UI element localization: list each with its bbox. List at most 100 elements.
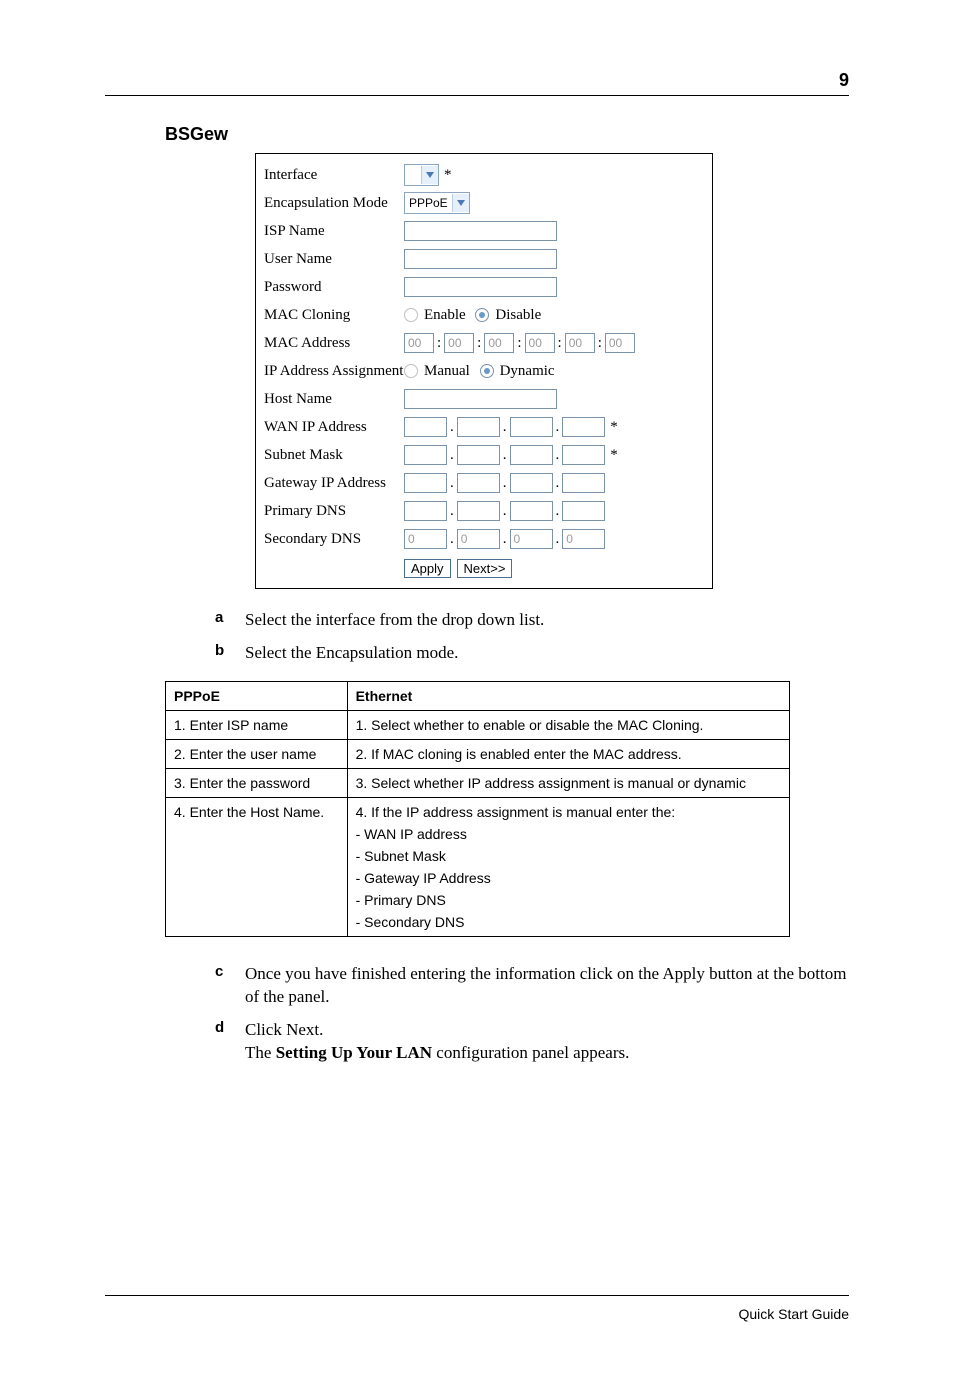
step-b-tag: b xyxy=(215,642,245,665)
subnet-4[interactable] xyxy=(562,445,605,465)
step-d-bold: Setting Up Your LAN xyxy=(276,1043,432,1062)
label-encap: Encapsulation Mode xyxy=(264,195,404,212)
cell-sub: - WAN IP address xyxy=(356,826,781,842)
interface-select[interactable] xyxy=(404,164,439,186)
page-number: 9 xyxy=(105,70,849,91)
th-pppoe: PPPoE xyxy=(166,681,348,710)
step-b-text: Select the Encapsulation mode. xyxy=(245,642,849,665)
sdns-4[interactable] xyxy=(562,529,605,549)
isp-input[interactable] xyxy=(404,221,557,241)
macclone-enable-label: Enable xyxy=(424,307,466,324)
password-input[interactable] xyxy=(404,277,557,297)
subnet-2[interactable] xyxy=(457,445,500,465)
gwip-4[interactable] xyxy=(562,473,605,493)
gwip-2[interactable] xyxy=(457,473,500,493)
colon: : xyxy=(477,335,481,352)
mac-octet-5[interactable] xyxy=(565,333,595,353)
dot: . xyxy=(450,503,454,520)
step-d-line2c: configuration panel appears. xyxy=(432,1043,629,1062)
section-heading: BSGew xyxy=(165,124,849,145)
mac-octet-4[interactable] xyxy=(525,333,555,353)
macclone-disable-label: Disable xyxy=(495,307,541,324)
ipassign-dynamic-radio[interactable] xyxy=(480,364,494,378)
macclone-enable-radio[interactable] xyxy=(404,308,418,322)
dot: . xyxy=(556,447,560,464)
colon: : xyxy=(598,335,602,352)
mac-octet-2[interactable] xyxy=(444,333,474,353)
cell: 4. Enter the Host Name. xyxy=(166,797,348,936)
dot: . xyxy=(556,419,560,436)
chevron-down-icon xyxy=(421,166,438,184)
wanip-2[interactable] xyxy=(457,417,500,437)
step-d-line2a: The xyxy=(245,1043,276,1062)
required-star: * xyxy=(610,419,618,436)
dot: . xyxy=(450,475,454,492)
mac-octet-1[interactable] xyxy=(404,333,434,353)
label-macclone: MAC Cloning xyxy=(264,307,404,324)
cell-sub: - Gateway IP Address xyxy=(356,870,781,886)
dot: . xyxy=(556,503,560,520)
cell-sub: - Primary DNS xyxy=(356,892,781,908)
dot: . xyxy=(556,531,560,548)
next-button[interactable]: Next>> xyxy=(457,559,513,578)
pdns-1[interactable] xyxy=(404,501,447,521)
cell-sub: - Secondary DNS xyxy=(356,914,781,930)
footer-text: Quick Start Guide xyxy=(105,1295,849,1322)
dot: . xyxy=(503,419,507,436)
th-ethernet: Ethernet xyxy=(347,681,789,710)
step-d-tag: d xyxy=(215,1019,245,1065)
subnet-3[interactable] xyxy=(510,445,553,465)
wanip-4[interactable] xyxy=(562,417,605,437)
mac-octet-3[interactable] xyxy=(484,333,514,353)
colon: : xyxy=(517,335,521,352)
comparison-table: PPPoE Ethernet 1. Enter ISP name 1. Sele… xyxy=(165,681,790,937)
wanip-1[interactable] xyxy=(404,417,447,437)
cell-main: 4. If the IP address assignment is manua… xyxy=(356,804,781,820)
gwip-3[interactable] xyxy=(510,473,553,493)
ipassign-dynamic-label: Dynamic xyxy=(500,363,555,380)
user-input[interactable] xyxy=(404,249,557,269)
required-star: * xyxy=(610,447,618,464)
sdns-1[interactable] xyxy=(404,529,447,549)
dot: . xyxy=(556,475,560,492)
cell: 2. If MAC cloning is enabled enter the M… xyxy=(347,739,789,768)
label-pass: Password xyxy=(264,279,404,296)
top-rule xyxy=(105,95,849,96)
cell: 3. Select whether IP address assignment … xyxy=(347,768,789,797)
step-a-text: Select the interface from the drop down … xyxy=(245,609,849,632)
step-c-tag: c xyxy=(215,963,245,1009)
dot: . xyxy=(450,531,454,548)
label-wanip: WAN IP Address xyxy=(264,419,404,436)
label-isp: ISP Name xyxy=(264,223,404,240)
required-star: * xyxy=(444,167,452,184)
encap-select[interactable]: PPPoE xyxy=(404,192,470,214)
sdns-2[interactable] xyxy=(457,529,500,549)
sdns-3[interactable] xyxy=(510,529,553,549)
hostname-input[interactable] xyxy=(404,389,557,409)
mac-octet-6[interactable] xyxy=(605,333,635,353)
chevron-down-icon xyxy=(452,194,469,212)
label-user: User Name xyxy=(264,251,404,268)
ipassign-manual-radio[interactable] xyxy=(404,364,418,378)
apply-button[interactable]: Apply xyxy=(404,559,451,578)
gwip-1[interactable] xyxy=(404,473,447,493)
ipassign-manual-label: Manual xyxy=(424,363,470,380)
colon: : xyxy=(437,335,441,352)
label-subnet: Subnet Mask xyxy=(264,447,404,464)
cell: 2. Enter the user name xyxy=(166,739,348,768)
pdns-2[interactable] xyxy=(457,501,500,521)
pdns-4[interactable] xyxy=(562,501,605,521)
label-ipassign: IP Address Assignment xyxy=(264,363,404,380)
label-pdns: Primary DNS xyxy=(264,503,404,520)
dot: . xyxy=(503,503,507,520)
dot: . xyxy=(450,447,454,464)
wanip-3[interactable] xyxy=(510,417,553,437)
cell: 4. If the IP address assignment is manua… xyxy=(347,797,789,936)
macclone-disable-radio[interactable] xyxy=(475,308,489,322)
pdns-3[interactable] xyxy=(510,501,553,521)
label-sdns: Secondary DNS xyxy=(264,531,404,548)
label-gwip: Gateway IP Address xyxy=(264,475,404,492)
dot: . xyxy=(450,419,454,436)
subnet-1[interactable] xyxy=(404,445,447,465)
dot: . xyxy=(503,447,507,464)
